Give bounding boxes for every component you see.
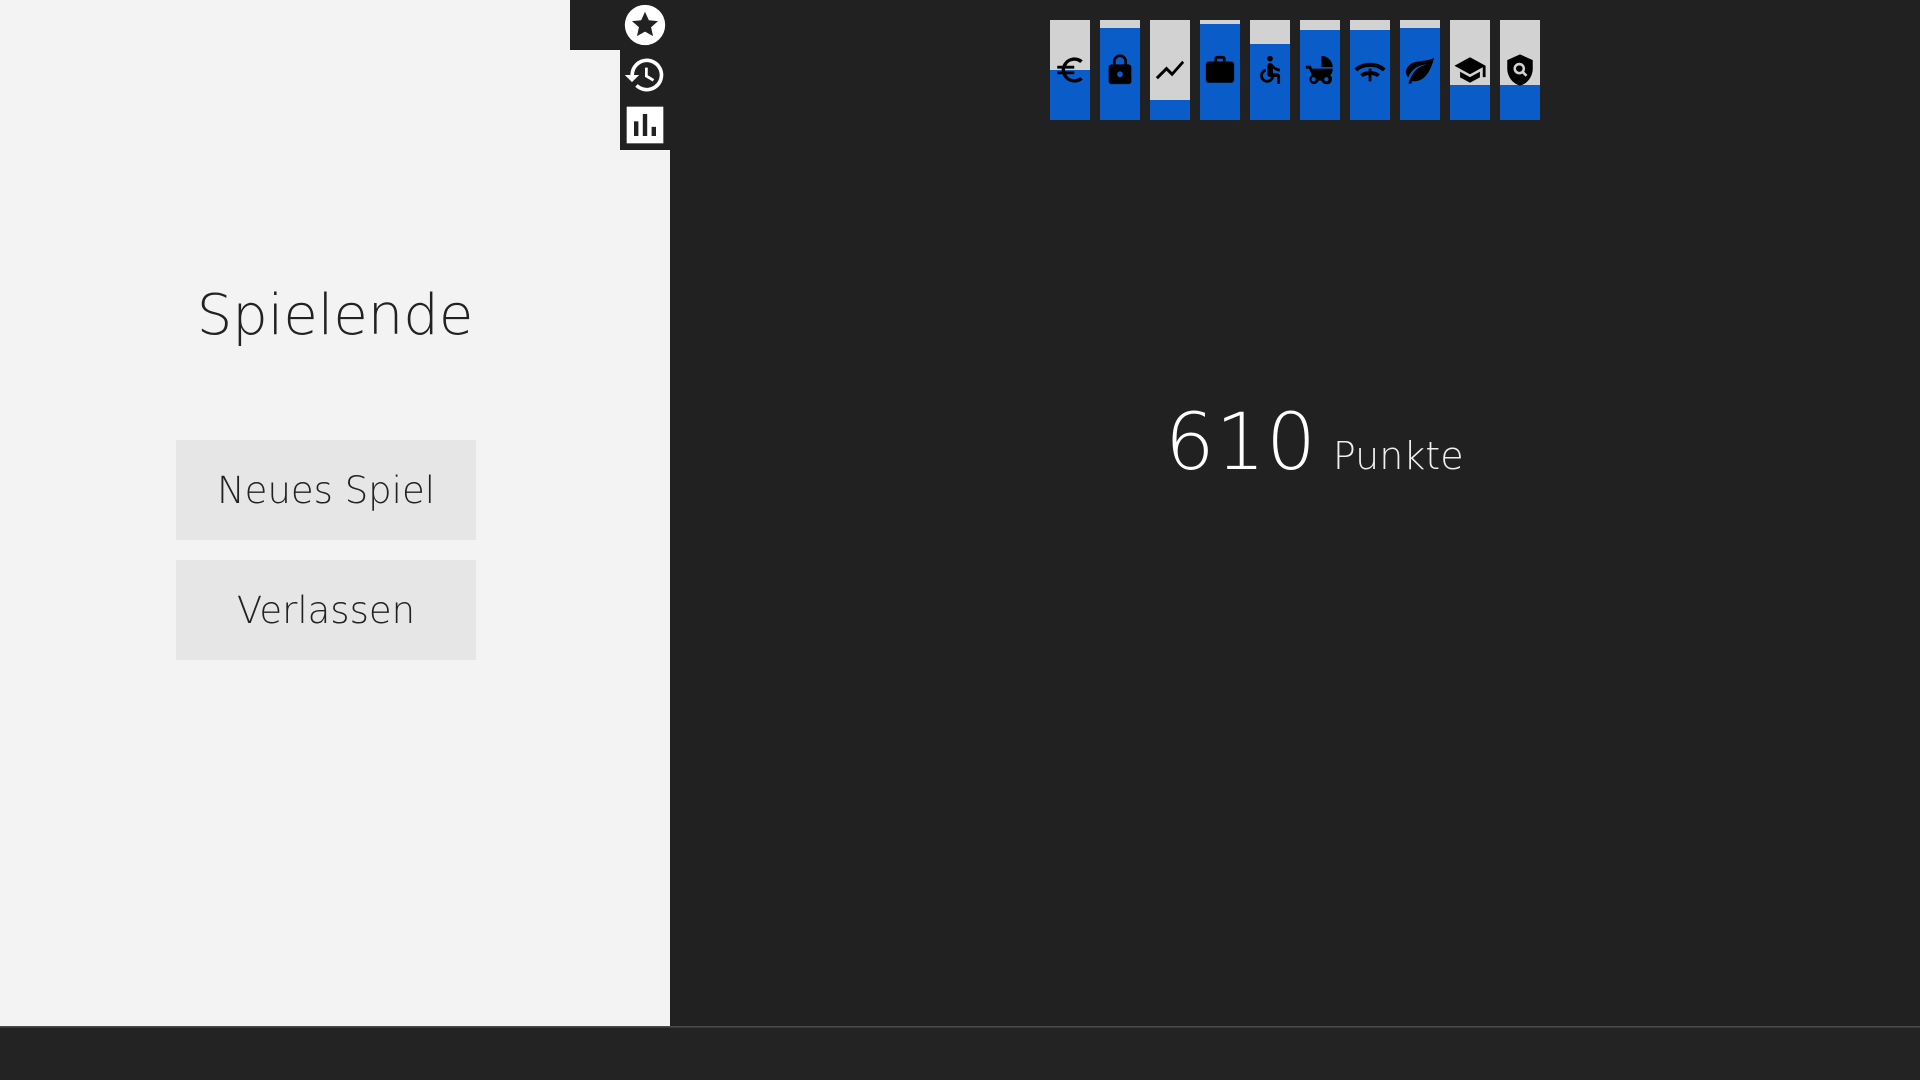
security-icon <box>1500 50 1540 90</box>
game-screen: Spielende Neues Spiel Verlassen 610 Punk… <box>0 0 1920 1080</box>
indicator-family <box>1300 20 1340 120</box>
school-icon <box>1450 50 1490 90</box>
bottom-bar <box>0 1029 1920 1080</box>
trending-icon <box>1150 50 1190 90</box>
briefcase-icon <box>1200 50 1240 90</box>
new-game-button[interactable]: Neues Spiel <box>176 440 476 540</box>
indicator-network <box>1350 20 1390 120</box>
indicator-education <box>1450 20 1490 120</box>
leave-button[interactable]: Verlassen <box>176 560 476 660</box>
indicator-environment <box>1400 20 1440 120</box>
indicator-lock <box>1100 20 1140 120</box>
indicator-fill <box>1500 85 1540 120</box>
indicator-trend <box>1150 20 1190 120</box>
indicator-accessibility <box>1250 20 1290 120</box>
score-value: 610 <box>1165 398 1317 488</box>
bar-chart-icon[interactable] <box>622 102 668 148</box>
indicator-fill <box>1150 100 1190 120</box>
baby-carriage-icon <box>1300 50 1340 90</box>
broadband-icon <box>1350 50 1390 90</box>
end-title: Spielende <box>196 283 474 348</box>
lock-icon <box>1100 50 1140 90</box>
leaf-icon <box>1400 50 1440 90</box>
indicator-work <box>1200 20 1240 120</box>
score-unit: Punkte <box>1332 434 1464 478</box>
star-icon[interactable] <box>622 2 668 48</box>
end-panel: Spielende Neues Spiel Verlassen <box>0 0 670 1028</box>
accessibility-icon <box>1250 50 1290 90</box>
history-icon[interactable] <box>622 52 668 98</box>
indicator-security <box>1500 20 1540 120</box>
indicator-economy <box>1050 20 1090 120</box>
euro-icon <box>1050 50 1090 90</box>
score-display: 610 Punkte <box>1165 398 1464 488</box>
indicator-fill <box>1450 85 1490 120</box>
